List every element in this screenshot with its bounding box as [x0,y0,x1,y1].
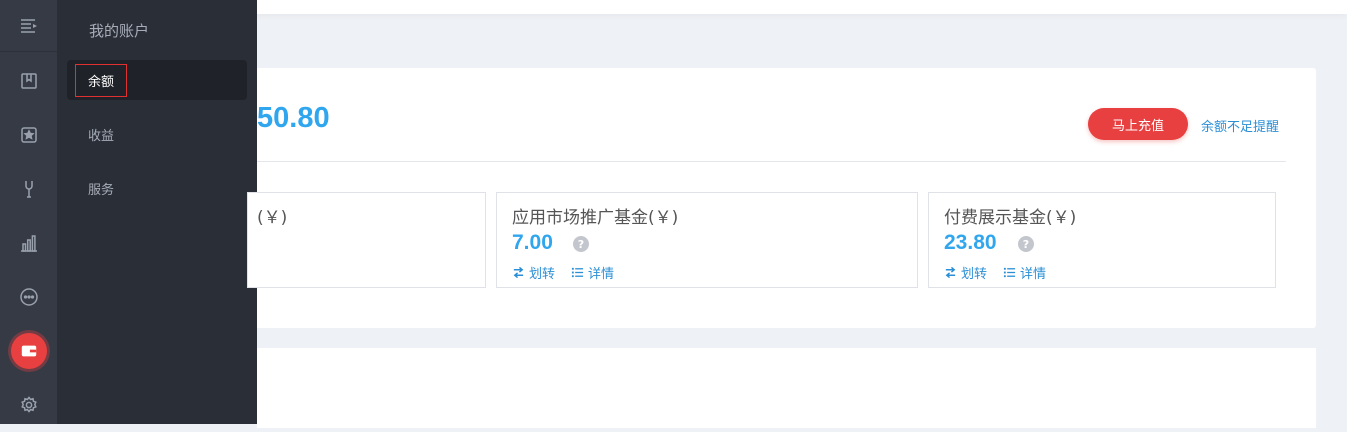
rail-item-tools[interactable] [0,162,57,216]
balance-card: 50.80 马上充值 余额不足提醒 (￥) 应用市场推广基金(￥) 7.00 ?… [247,68,1316,328]
detail-link[interactable]: 详情 [1003,263,1046,282]
detail-label: 详情 [1020,267,1047,282]
detail-link[interactable]: 详情 [571,263,614,282]
submenu-item-services[interactable]: 服务 [67,168,247,208]
rail-item-star[interactable] [0,108,57,162]
divider [257,161,1286,162]
list-icon [571,267,584,278]
transfer-link[interactable]: 划转 [512,263,555,282]
fund-name: 付费展示基金(￥) [944,208,1077,228]
low-balance-reminder-link[interactable]: 余额不足提醒 [1201,116,1279,135]
submenu-item-label: 服务 [88,182,115,198]
transfer-icon [945,266,956,279]
chart-icon [20,235,37,252]
rail-item-message[interactable] [0,270,57,324]
secondary-card [257,348,1316,428]
transfer-icon [513,266,524,279]
fund-actions: 划转 详情 [944,263,1046,282]
fund-name: (￥) [257,208,288,228]
fund-actions: 划转 详情 [512,263,614,282]
help-icon[interactable]: ? [573,236,589,252]
submenu-item-label: 余额 [75,63,128,97]
fund-name: 应用市场推广基金(￥) [512,208,679,228]
balance-amount: 50.80 [257,102,330,134]
transfer-label: 划转 [529,267,556,282]
rail-item-wallet[interactable] [0,324,57,378]
menu-toggle-button[interactable] [0,0,57,52]
recharge-button[interactable]: 马上充值 [1088,108,1188,140]
wallet-icon [21,345,36,357]
fund-value: 7.00 [512,231,553,254]
bookmark-icon [20,73,37,89]
submenu-item-balance[interactable]: 余额 [67,60,247,100]
rail-item-chart[interactable] [0,216,57,270]
transfer-link[interactable]: 划转 [944,263,987,282]
settings-icon [20,396,37,413]
account-submenu: 我的账户 余额 收益 服务 [57,0,257,424]
submenu-item-earnings[interactable]: 收益 [67,114,247,154]
submenu-title: 我的账户 [89,22,150,40]
fund-card: (￥) [247,192,486,288]
message-icon [19,288,38,306]
menu-icon [20,18,37,33]
submenu-item-label: 收益 [88,128,115,144]
tools-icon [24,181,33,198]
transfer-label: 划转 [961,267,988,282]
star-icon [20,127,37,143]
list-icon [1003,267,1016,278]
fund-card: 付费展示基金(￥) 23.80 ? 划转 详情 [928,192,1276,288]
wallet-active-badge [10,333,47,369]
fund-card: 应用市场推广基金(￥) 7.00 ? 划转 详情 [496,192,918,288]
help-icon[interactable]: ? [1018,236,1034,252]
icon-rail [0,0,57,424]
rail-item-bookmark[interactable] [0,54,57,108]
detail-label: 详情 [588,267,615,282]
fund-value: 23.80 [944,231,997,254]
